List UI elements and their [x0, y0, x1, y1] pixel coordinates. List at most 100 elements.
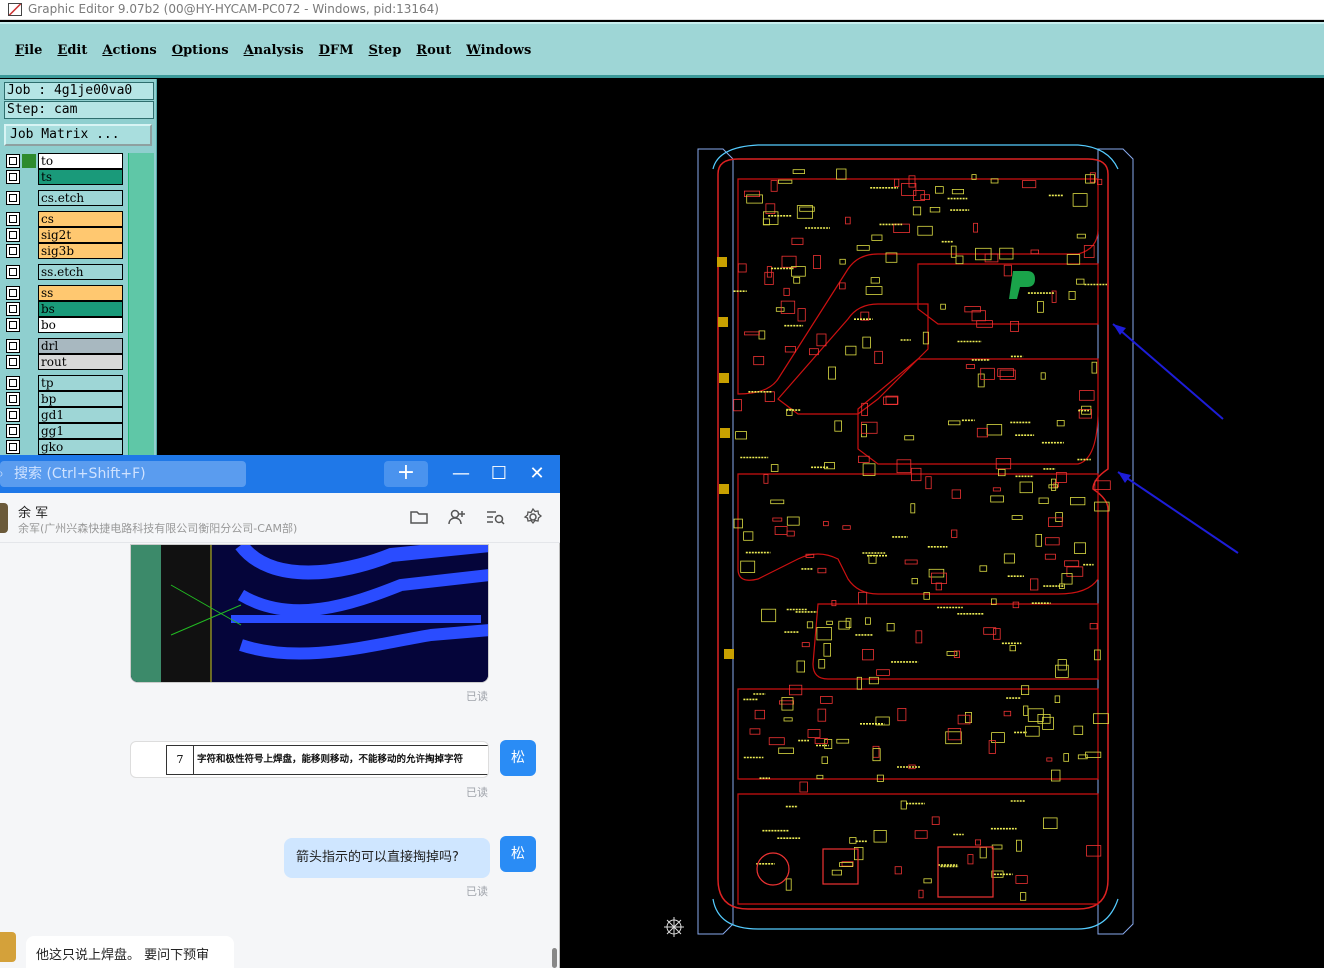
chat-scrollbar[interactable]	[552, 948, 557, 968]
layer-checkbox[interactable]	[6, 408, 20, 422]
layer-row-to[interactable]: to	[4, 153, 125, 169]
layer-name[interactable]: bo	[38, 317, 123, 333]
layer-row-cs[interactable]: cs	[4, 211, 125, 227]
layer-name[interactable]: to	[38, 153, 123, 169]
layer-affected-indicator[interactable]	[22, 228, 36, 242]
search-history-icon[interactable]	[484, 507, 506, 529]
menu-windows[interactable]: Windows	[466, 43, 531, 58]
component-pad	[845, 617, 852, 628]
layer-affected-indicator[interactable]	[22, 318, 36, 332]
chat-title-bar: ⌕ 搜索 (Ctrl+Shift+F) + — ☐ ✕	[0, 455, 560, 493]
close-button[interactable]: ✕	[524, 461, 550, 487]
layer-name[interactable]: gd1	[38, 407, 123, 423]
layer-checkbox[interactable]	[6, 286, 20, 300]
job-matrix-button[interactable]: Job Matrix ...	[4, 124, 152, 146]
contact-avatar[interactable]	[0, 503, 8, 533]
layer-checkbox[interactable]	[6, 440, 20, 454]
layer-checkbox[interactable]	[6, 376, 20, 390]
layer-affected-indicator[interactable]	[22, 170, 36, 184]
layer-affected-indicator[interactable]	[22, 408, 36, 422]
menu-file[interactable]: File	[15, 43, 42, 58]
layer-checkbox[interactable]	[6, 228, 20, 242]
menu-analysis[interactable]: Analysis	[244, 43, 304, 58]
layer-name[interactable]: drl	[38, 338, 123, 354]
layer-checkbox[interactable]	[6, 392, 20, 406]
chat-search-input[interactable]: ⌕ 搜索 (Ctrl+Shift+F)	[0, 461, 246, 487]
layer-row-bo[interactable]: bo	[4, 317, 125, 333]
menu-dfm[interactable]: DFM	[319, 43, 354, 58]
layer-row-ts[interactable]: ts	[4, 169, 125, 185]
folder-icon[interactable]	[408, 507, 430, 529]
layer-row-tp[interactable]: tp	[4, 375, 125, 391]
add-button[interactable]: +	[384, 461, 428, 487]
layer-affected-indicator[interactable]	[22, 154, 36, 168]
menu-options[interactable]: Options	[172, 43, 229, 58]
layer-checkbox[interactable]	[6, 191, 20, 205]
layer-name[interactable]: cs	[38, 211, 123, 227]
layer-name[interactable]: rout	[38, 354, 123, 370]
layer-row-gg1[interactable]: gg1	[4, 423, 125, 439]
layer-row-ss[interactable]: ss	[4, 285, 125, 301]
layer-name[interactable]: cs.etch	[38, 190, 123, 206]
menu-rout[interactable]: Rout	[416, 43, 451, 58]
menu-edit[interactable]: Edit	[57, 43, 87, 58]
my-message-bubble[interactable]: 箭头指示的可以直接掏掉吗?	[284, 838, 490, 878]
add-member-icon[interactable]	[446, 507, 468, 529]
layer-row-sig3b[interactable]: sig3b	[4, 243, 125, 259]
layer-list-scrollbar[interactable]	[128, 153, 154, 459]
my-avatar[interactable]: 松	[500, 740, 536, 776]
peer-avatar[interactable]	[0, 932, 16, 962]
image-message[interactable]	[130, 544, 489, 683]
layer-affected-indicator[interactable]	[22, 355, 36, 369]
layer-row-gd1[interactable]: gd1	[4, 407, 125, 423]
peer-message-bubble[interactable]: 他这只说上焊盘。 要问下预审	[26, 936, 234, 968]
layer-row-sig2t[interactable]: sig2t	[4, 227, 125, 243]
layer-checkbox[interactable]	[6, 265, 20, 279]
layer-row-drl[interactable]: drl	[4, 338, 125, 354]
layer-affected-indicator[interactable]	[22, 440, 36, 454]
layer-name[interactable]: bp	[38, 391, 123, 407]
contact-name[interactable]: 余 军	[18, 502, 48, 521]
layer-row-bp[interactable]: bp	[4, 391, 125, 407]
layer-name[interactable]: sig3b	[38, 243, 123, 259]
layer-checkbox[interactable]	[6, 154, 20, 168]
layer-name[interactable]: bs	[38, 301, 123, 317]
layer-checkbox[interactable]	[6, 302, 20, 316]
layer-row-ss-etch[interactable]: ss.etch	[4, 264, 125, 280]
table-image-message[interactable]: 7 字符和极性符号上焊盘，能移则移动，不能移动的允许掏掉字符	[130, 741, 489, 778]
layer-checkbox[interactable]	[6, 424, 20, 438]
layer-affected-indicator[interactable]	[22, 265, 36, 279]
menu-actions[interactable]: Actions	[102, 43, 156, 58]
layer-affected-indicator[interactable]	[22, 302, 36, 316]
my-avatar[interactable]: 松	[500, 836, 536, 872]
layer-row-bs[interactable]: bs	[4, 301, 125, 317]
layer-checkbox[interactable]	[6, 170, 20, 184]
layer-affected-indicator[interactable]	[22, 339, 36, 353]
layer-checkbox[interactable]	[6, 339, 20, 353]
layer-name[interactable]: ss.etch	[38, 264, 123, 280]
layer-affected-indicator[interactable]	[22, 392, 36, 406]
layer-affected-indicator[interactable]	[22, 424, 36, 438]
layer-row-gko[interactable]: gko	[4, 439, 125, 455]
layer-checkbox[interactable]	[6, 355, 20, 369]
layer-name[interactable]: tp	[38, 375, 123, 391]
layer-affected-indicator[interactable]	[22, 286, 36, 300]
minimize-button[interactable]: —	[448, 461, 474, 487]
layer-affected-indicator[interactable]	[22, 212, 36, 226]
layer-name[interactable]: gg1	[38, 423, 123, 439]
layer-checkbox[interactable]	[6, 212, 20, 226]
layer-row-cs-etch[interactable]: cs.etch	[4, 190, 125, 206]
layer-affected-indicator[interactable]	[22, 376, 36, 390]
layer-name[interactable]: ss	[38, 285, 123, 301]
settings-gear-icon[interactable]	[522, 507, 544, 529]
menu-step[interactable]: Step	[369, 43, 402, 58]
layer-checkbox[interactable]	[6, 318, 20, 332]
layer-checkbox[interactable]	[6, 244, 20, 258]
maximize-button[interactable]: ☐	[486, 461, 512, 487]
layer-name[interactable]: gko	[38, 439, 123, 455]
layer-row-rout[interactable]: rout	[4, 354, 125, 370]
layer-affected-indicator[interactable]	[22, 244, 36, 258]
layer-name[interactable]: ts	[38, 169, 123, 185]
layer-name[interactable]: sig2t	[38, 227, 123, 243]
layer-affected-indicator[interactable]	[22, 191, 36, 205]
